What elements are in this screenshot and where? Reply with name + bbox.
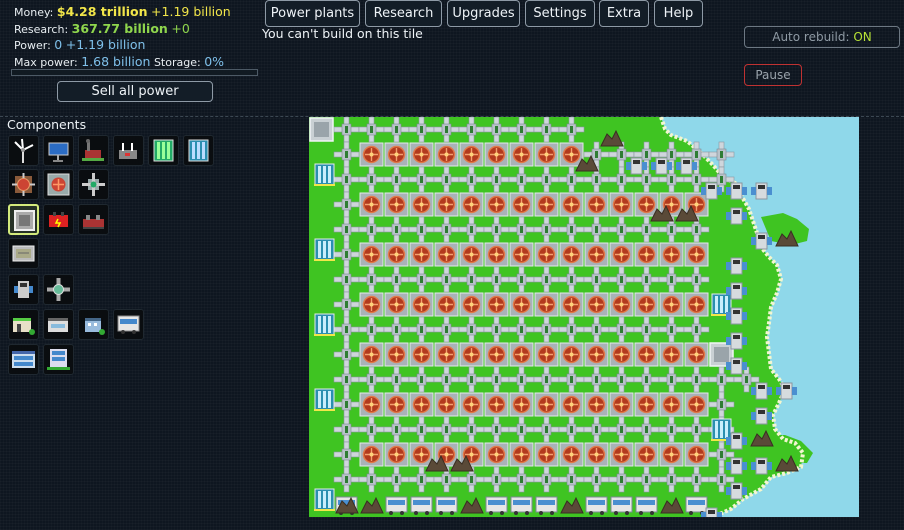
battery-icon[interactable] — [8, 204, 39, 235]
game-map[interactable] — [309, 117, 859, 517]
heat-inlet-icon[interactable] — [78, 169, 109, 200]
research-value: 367.77 billion — [71, 20, 168, 36]
research-row: Research: 367.77 billion +0 — [14, 21, 231, 38]
maxpower-value: 1.68 billion — [81, 53, 151, 69]
power-label: Power: — [14, 39, 51, 52]
fuel-rod-icon[interactable] — [148, 135, 179, 166]
house-icon[interactable] — [78, 309, 109, 340]
money-label: Money: — [14, 6, 54, 19]
money-rate: +1.19 billion — [151, 4, 231, 19]
cooling-unit-icon[interactable] — [8, 274, 39, 305]
maxpower-label: Max power: — [14, 55, 78, 69]
power-value: 0 — [54, 37, 63, 52]
storage-label: Storage: — [153, 55, 201, 69]
nav-extra[interactable]: Extra — [599, 0, 649, 27]
nav-research[interactable]: Research — [365, 0, 442, 27]
reactor-core-icon[interactable] — [8, 169, 39, 200]
stats-panel: Money: $4.28 trillion +1.19 billion Rese… — [14, 4, 231, 70]
storage-value: 0% — [204, 53, 225, 69]
wind-turbine-icon[interactable] — [8, 135, 39, 166]
bus-icon[interactable] — [113, 309, 144, 340]
nav-settings[interactable]: Settings — [525, 0, 595, 27]
money-value: $4.28 trillion — [56, 4, 148, 19]
small-office-icon[interactable] — [8, 309, 39, 340]
maxpower-row: Max power: 1.68 billion Storage: 0% — [14, 54, 231, 71]
pump-icon[interactable] — [43, 274, 74, 305]
nav-power-plants[interactable]: Power plants — [265, 0, 360, 27]
power-progress-bar — [11, 69, 258, 76]
generator-icon[interactable] — [78, 204, 109, 235]
heat-exchanger-icon[interactable] — [183, 135, 214, 166]
office-building-icon[interactable] — [43, 344, 74, 375]
coal-plant-icon[interactable] — [78, 135, 109, 166]
heat-vent-icon[interactable] — [43, 169, 74, 200]
auto-rebuild-state: ON — [853, 30, 872, 44]
sell-all-power-button[interactable]: Sell all power — [57, 81, 213, 102]
components-title: Components — [7, 117, 87, 132]
map-grid[interactable] — [309, 117, 859, 517]
auto-rebuild-label: Auto rebuild: — [772, 30, 850, 44]
gas-plant-icon[interactable] — [113, 135, 144, 166]
research-rate: +0 — [171, 20, 190, 36]
pause-button[interactable]: Pause — [744, 64, 802, 86]
nav-upgrades[interactable]: Upgrades — [447, 0, 520, 27]
solar-panel-icon[interactable] — [43, 135, 74, 166]
dynamite-icon[interactable] — [43, 204, 74, 235]
power-rate: +1.19 billion — [65, 37, 146, 52]
auto-rebuild-toggle[interactable]: Auto rebuild: ON — [744, 26, 900, 48]
power-row: Power: 0 +1.19 billion — [14, 37, 231, 54]
apartment-icon[interactable] — [8, 344, 39, 375]
status-message: You can't build on this tile — [262, 26, 423, 41]
money-row: Money: $4.28 trillion +1.19 billion — [14, 4, 231, 21]
research-label: Research: — [14, 22, 69, 36]
nav-help[interactable]: Help — [654, 0, 703, 27]
shop-icon[interactable] — [43, 309, 74, 340]
circuit-board-icon[interactable] — [8, 238, 39, 269]
